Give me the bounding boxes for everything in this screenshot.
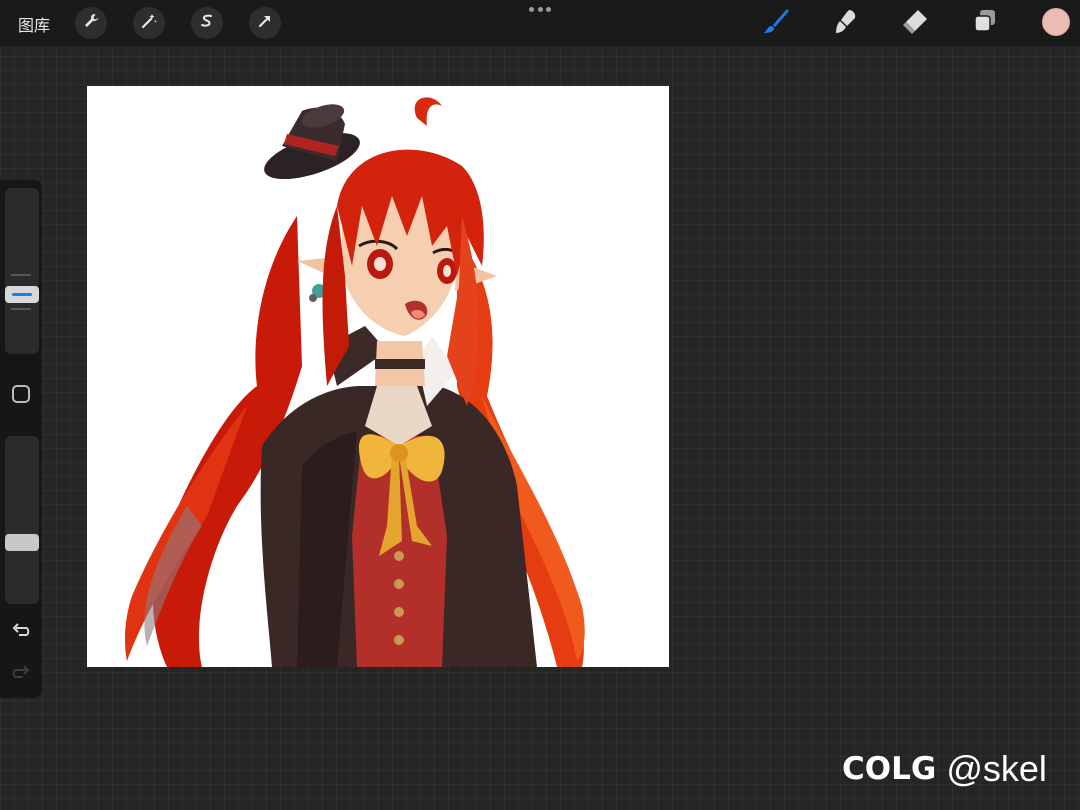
selection-s-icon: [198, 12, 216, 34]
opacity-handle[interactable]: [5, 534, 39, 551]
watermark-logo: COLG: [842, 751, 937, 787]
anime-girl-illustration: [124, 97, 585, 667]
gallery-button[interactable]: 图库: [18, 12, 50, 36]
opacity-slider[interactable]: [5, 436, 39, 604]
top-toolbar: 图库: [0, 0, 1080, 46]
watermark-username: @skel: [946, 748, 1047, 789]
layers-icon: [972, 8, 998, 38]
adjustments-button[interactable]: [133, 7, 165, 39]
sidebar: [0, 180, 42, 698]
magic-wand-icon: [140, 12, 158, 34]
redo-button[interactable]: [9, 661, 33, 685]
undo-button[interactable]: [9, 619, 33, 643]
redo-icon: [11, 662, 31, 684]
more-options-icon[interactable]: [529, 4, 551, 14]
modify-button[interactable]: [12, 385, 30, 403]
watermark: COLG @skel: [842, 748, 1047, 790]
undo-icon: [11, 620, 31, 642]
brush-size-handle[interactable]: [5, 286, 39, 303]
wrench-icon: [82, 12, 100, 34]
color-swatch[interactable]: [1042, 8, 1070, 36]
brush-icon: [761, 6, 791, 40]
smudge-tool-button[interactable]: [828, 6, 862, 40]
eraser-tool-button[interactable]: [898, 6, 932, 40]
layers-button[interactable]: [968, 6, 1002, 40]
actions-button[interactable]: [75, 7, 107, 39]
drawing-canvas[interactable]: [87, 86, 669, 667]
selection-button[interactable]: [191, 7, 223, 39]
slider-tick: [11, 274, 31, 276]
smudge-icon: [831, 7, 859, 39]
transform-button[interactable]: [249, 7, 281, 39]
eraser-icon: [901, 7, 929, 39]
arrow-cursor-icon: [256, 12, 274, 34]
brush-size-slider[interactable]: [5, 188, 39, 354]
brush-tool-button[interactable]: [759, 6, 793, 40]
slider-tick: [11, 308, 31, 310]
